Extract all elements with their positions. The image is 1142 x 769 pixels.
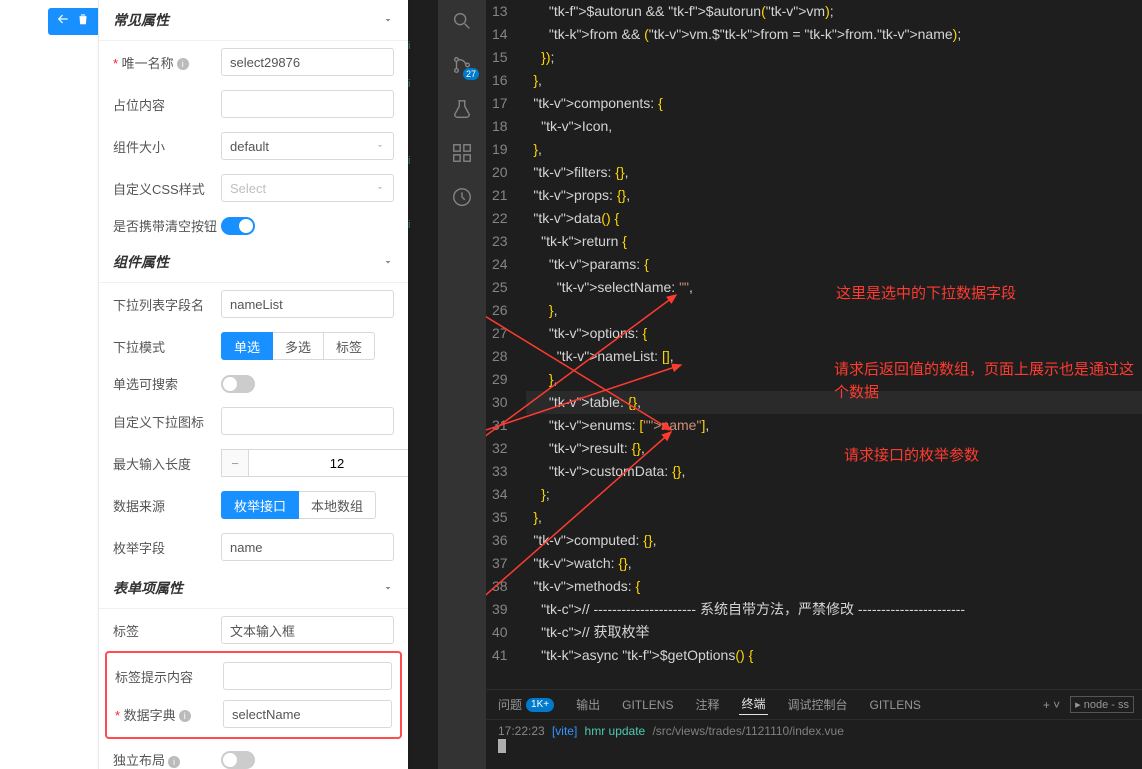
source-control-icon[interactable]: 27 <box>449 52 475 78</box>
chevron-down-icon <box>382 14 394 26</box>
ds-local[interactable]: 本地数组 <box>299 491 376 519</box>
list-field-input[interactable] <box>221 290 394 318</box>
chevron-down-icon <box>375 183 385 193</box>
editor-gutter-ghost: iiii <box>408 0 438 769</box>
terminal-output[interactable]: 17:22:23 [vite] hmr update /src/views/tr… <box>486 720 1142 757</box>
terminal-cursor <box>498 739 506 753</box>
mode-tag[interactable]: 标签 <box>324 332 375 360</box>
data-dict-input[interactable] <box>223 700 392 728</box>
tab-terminal[interactable]: 终端 <box>739 695 767 715</box>
code-editor: 27 1314151617181920212223242526272829303… <box>438 0 1142 769</box>
terminal-node[interactable]: ▸ node - ss <box>1070 696 1134 713</box>
ds-enum[interactable]: 枚举接口 <box>221 491 299 519</box>
section-component[interactable]: 组件属性 <box>99 242 408 283</box>
row-layout: 独立布局i <box>99 743 408 769</box>
placeholder-input[interactable] <box>221 90 394 118</box>
row-custom-icon: 自定义下拉图标 <box>99 400 408 442</box>
terminal-panel: 问题1K+ 输出 GITLENS 注释 终端 调试控制台 GITLENS + ˅… <box>486 689 1142 769</box>
clear-toggle[interactable] <box>221 217 255 235</box>
size-select[interactable]: default <box>221 132 394 160</box>
mode-multi[interactable]: 多选 <box>273 332 324 360</box>
searchable-toggle[interactable] <box>221 375 255 393</box>
custom-icon-input[interactable] <box>221 407 394 435</box>
code-lines[interactable]: "tk-f">$autorun && "tk-f">$autorun("tk-v… <box>526 0 1142 689</box>
delete-icon[interactable] <box>76 12 90 31</box>
tab-output[interactable]: 输出 <box>574 696 602 713</box>
row-max-len: 最大输入长度 − + <box>99 442 408 484</box>
back-icon[interactable] <box>56 12 70 31</box>
code-body[interactable]: 1314151617181920212223242526272829303132… <box>486 0 1142 689</box>
line-gutter: 1314151617181920212223242526272829303132… <box>486 0 526 689</box>
stepper-minus[interactable]: − <box>221 449 249 477</box>
row-mode: 下拉模式 单选 多选 标签 <box>99 325 408 367</box>
terminal-tabs[interactable]: 问题1K+ 输出 GITLENS 注释 终端 调试控制台 GITLENS + ˅… <box>486 690 1142 720</box>
row-unique-name: 唯一名称i <box>99 41 408 83</box>
row-list-field: 下拉列表字段名 <box>99 283 408 325</box>
row-size: 组件大小 default <box>99 125 408 167</box>
info-icon: i <box>179 710 191 722</box>
label-tip-input[interactable] <box>223 662 392 690</box>
tab-gitlens2[interactable]: GITLENS <box>868 698 923 712</box>
chevron-down-icon <box>375 141 385 151</box>
row-searchable: 单选可搜索 <box>99 367 408 400</box>
new-terminal-icon[interactable]: + ˅ <box>1043 698 1060 712</box>
layout-toggle[interactable] <box>221 751 255 769</box>
info-icon: i <box>168 756 180 768</box>
css-select[interactable]: Select <box>221 174 394 202</box>
selection-actions[interactable] <box>48 8 98 35</box>
row-css: 自定义CSS样式 Select <box>99 167 408 209</box>
extensions-icon[interactable] <box>449 140 475 166</box>
chevron-down-icon <box>382 582 394 594</box>
mode-group[interactable]: 单选 多选 标签 <box>221 332 394 360</box>
row-clear-btn: 是否携带清空按钮 <box>99 209 408 242</box>
activity-bar: 27 <box>438 0 486 769</box>
row-placeholder: 占位内容 <box>99 83 408 125</box>
max-len-input[interactable] <box>249 449 408 477</box>
designer-canvas-strip <box>0 0 98 769</box>
section-form[interactable]: 表单项属性 <box>99 568 408 609</box>
timeline-icon[interactable] <box>449 184 475 210</box>
row-label-tip: 标签提示内容 <box>107 657 400 695</box>
info-icon: i <box>177 58 189 70</box>
tab-gitlens1[interactable]: GITLENS <box>620 698 675 712</box>
highlight-box: 标签提示内容 数据字典i <box>105 651 402 739</box>
tab-debug[interactable]: 调试控制台 <box>786 696 850 713</box>
row-form-label: 标签 <box>99 609 408 651</box>
row-data-source: 数据来源 枚举接口 本地数组 <box>99 484 408 526</box>
section-common[interactable]: 常见属性 <box>99 0 408 41</box>
datasource-group[interactable]: 枚举接口 本地数组 <box>221 491 394 519</box>
enum-field-input[interactable] <box>221 533 394 561</box>
max-len-stepper[interactable]: − + <box>221 449 408 477</box>
row-data-dict: 数据字典i <box>107 695 400 733</box>
row-enum-field: 枚举字段 <box>99 526 408 568</box>
tab-problems[interactable]: 问题1K+ <box>496 696 556 713</box>
mode-single[interactable]: 单选 <box>221 332 273 360</box>
tab-comments[interactable]: 注释 <box>693 696 721 713</box>
test-icon[interactable] <box>449 96 475 122</box>
chevron-down-icon <box>382 256 394 268</box>
form-label-input[interactable] <box>221 616 394 644</box>
unique-name-input[interactable] <box>221 48 394 76</box>
properties-panel: 常见属性 唯一名称i 占位内容 组件大小 default 自定义CSS样式 Se… <box>98 0 408 769</box>
search-icon[interactable] <box>449 8 475 34</box>
